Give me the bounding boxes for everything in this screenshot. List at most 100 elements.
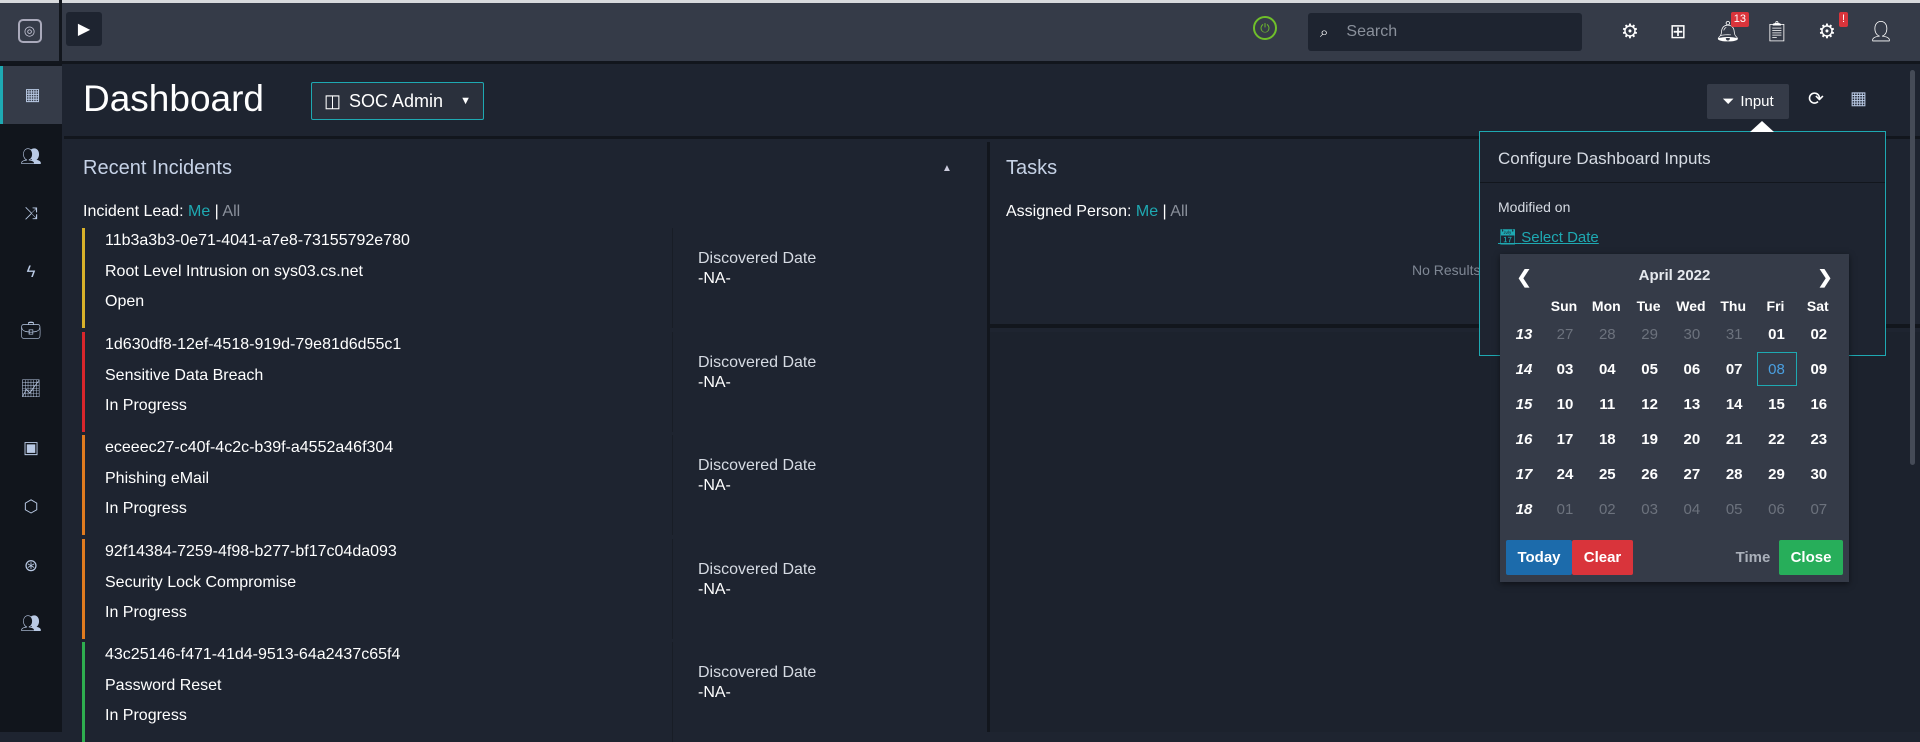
calendar-day[interactable]: 02 (1799, 317, 1839, 351)
calendar-day[interactable]: 13 (1672, 387, 1712, 421)
calendar-day[interactable]: 20 (1672, 422, 1712, 456)
calendar-day[interactable]: 11 (1587, 387, 1627, 421)
sidebar-item-help[interactable]: ⊛ (0, 537, 62, 595)
incident-id[interactable]: 11b3a3b3-0e71-4041-a7e8-73155792e780 (105, 232, 410, 250)
calendar-day[interactable]: 01 (1757, 317, 1797, 351)
selected-day[interactable]: 08 (1756, 352, 1797, 386)
incident-row[interactable]: eceeec27-c40f-4c2c-b39f-a4552a46f304 Phi… (82, 435, 987, 535)
sidebar-item-teams[interactable]: 👥︎ (0, 128, 62, 186)
calendar-day[interactable]: 05 (1630, 352, 1670, 386)
incident-name[interactable]: Sensitive Data Breach (105, 367, 263, 385)
incident-row[interactable]: 92f14384-7259-4f98-b277-bf17c04da093 Sec… (82, 538, 987, 639)
calendar-day[interactable]: 04 (1587, 352, 1627, 386)
scrollbar[interactable] (1910, 70, 1915, 465)
search-input[interactable] (1346, 23, 1547, 41)
calendar-day[interactable]: 17 (1545, 422, 1585, 456)
incident-name[interactable]: Root Level Intrusion on sys03.cs.net (105, 263, 363, 281)
calendar-day[interactable]: 26 (1630, 457, 1670, 491)
calendar-day[interactable]: 05 (1714, 492, 1754, 526)
app-logo[interactable]: ◎ (0, 0, 62, 61)
hierarchy-icon[interactable]: ⊞ (1663, 16, 1693, 46)
filter-me-link[interactable]: Me (188, 203, 210, 220)
calendar-day[interactable]: 12 (1630, 387, 1670, 421)
calendar-day[interactable]: 07 (1799, 492, 1839, 526)
close-button[interactable]: Close (1779, 540, 1843, 575)
calendar-month[interactable]: April 2022 (1500, 267, 1849, 284)
incident-status: In Progress (105, 396, 187, 414)
sidebar-item-reports[interactable]: 📈︎ (0, 360, 62, 418)
calendar-day[interactable]: 25 (1587, 457, 1627, 491)
incident-row[interactable]: 11b3a3b3-0e71-4041-a7e8-73155792e780 Roo… (82, 228, 987, 328)
calendar-day[interactable]: 30 (1672, 317, 1712, 351)
calendar-day[interactable]: 29 (1630, 317, 1670, 351)
calendar-day[interactable]: 28 (1587, 317, 1627, 351)
calendar-day[interactable]: 01 (1545, 492, 1585, 526)
settings-icon[interactable]: ⚙ (1615, 16, 1645, 46)
discovered-date-value: -NA- (698, 270, 731, 287)
calendar-day[interactable]: 03 (1545, 352, 1585, 386)
sidebar-item-users[interactable]: 👥︎ (0, 595, 62, 653)
incident-row[interactable]: 1d630df8-12ef-4518-919d-79e81d6d55c1 Sen… (82, 331, 987, 432)
calendar-icon: 📅︎ (1498, 229, 1518, 246)
sidebar-item-playbooks[interactable]: ⤨ (0, 185, 62, 243)
connection-status-icon[interactable]: ⏻ (1253, 16, 1277, 40)
calendar-day[interactable]: 21 (1714, 422, 1754, 456)
incident-id[interactable]: 43c25146-f471-41d4-9513-64a2437c65f4 (105, 646, 400, 664)
incident-id[interactable]: eceeec27-c40f-4c2c-b39f-a4552a46f304 (105, 439, 393, 457)
calendar-day[interactable]: 18 (1587, 422, 1627, 456)
incident-name[interactable]: Phishing eMail (105, 470, 209, 488)
incident-row[interactable]: 43c25146-f471-41d4-9513-64a2437c65f4 Pas… (82, 642, 987, 742)
calendar-day[interactable]: 23 (1799, 422, 1839, 456)
collapse-icon[interactable]: ▲ (942, 163, 952, 174)
calendar-day[interactable]: 04 (1672, 492, 1712, 526)
filter-me-link[interactable]: Me (1136, 203, 1158, 220)
calendar-day[interactable]: 29 (1757, 457, 1797, 491)
incident-name[interactable]: Password Reset (105, 677, 222, 695)
edit-layout-icon[interactable]: ▦ (1850, 88, 1867, 109)
input-button[interactable]: ⏷ Input (1707, 84, 1789, 119)
calendar-day[interactable]: 16 (1799, 387, 1839, 421)
calendar-day[interactable]: 03 (1630, 492, 1670, 526)
expand-sidebar-button[interactable]: ▶ (66, 12, 102, 46)
calendar-day[interactable]: 10 (1545, 387, 1585, 421)
sidebar-item-incidents[interactable]: ϟ (0, 243, 62, 301)
dashboard-select[interactable]: ◫ SOC Admin ▼ (311, 82, 484, 120)
sidebar-item-dashboard[interactable]: ▦ (0, 66, 62, 124)
calendar-day[interactable]: 06 (1672, 352, 1712, 386)
search-box[interactable]: ⌕ (1308, 13, 1582, 51)
incident-id[interactable]: 1d630df8-12ef-4518-919d-79e81d6d55c1 (105, 336, 401, 354)
sidebar-item-cases[interactable]: 💼︎ (0, 302, 62, 360)
calendar-day[interactable]: 02 (1587, 492, 1627, 526)
calendar-day[interactable]: 14 (1714, 387, 1754, 421)
notifications-icon[interactable]: 🔔︎ 13 (1713, 12, 1749, 46)
filter-all-link[interactable]: All (222, 203, 240, 220)
today-button[interactable]: Today (1506, 540, 1572, 575)
time-button[interactable]: Time (1728, 540, 1778, 575)
incident-name[interactable]: Security Lock Compromise (105, 574, 296, 592)
calendar-day[interactable]: 27 (1672, 457, 1712, 491)
calendar-day[interactable]: 30 (1799, 457, 1839, 491)
calendar-day[interactable]: 28 (1714, 457, 1754, 491)
calendar-day[interactable]: 27 (1545, 317, 1585, 351)
calendar-day[interactable]: 07 (1714, 352, 1754, 386)
filter-all-link[interactable]: All (1170, 203, 1188, 220)
sidebar-item-widgets[interactable]: ▣ (0, 419, 62, 477)
calendar-day[interactable]: 31 (1714, 317, 1754, 351)
system-settings-icon[interactable]: ⚙! (1812, 12, 1848, 46)
tasks-clipboard-icon[interactable]: 📋︎ (1762, 16, 1792, 46)
discovered-date-value: -NA- (698, 580, 731, 598)
calendar-day[interactable]: 19 (1630, 422, 1670, 456)
calendar-day[interactable]: 09 (1799, 352, 1839, 386)
select-date-link[interactable]: 📅︎ Select Date (1498, 228, 1599, 246)
incident-id[interactable]: 92f14384-7259-4f98-b277-bf17c04da093 (105, 543, 397, 561)
refresh-icon[interactable]: ⟳ (1808, 88, 1824, 111)
user-avatar-icon[interactable]: 👤︎ (1866, 16, 1896, 46)
calendar-day[interactable]: 24 (1545, 457, 1585, 491)
calendar-day[interactable]: 22 (1757, 422, 1797, 456)
clear-button[interactable]: Clear (1572, 540, 1633, 575)
calendar-day[interactable]: 06 (1757, 492, 1797, 526)
week-number: 17 (1515, 465, 1533, 483)
calendar-day[interactable]: 15 (1757, 387, 1797, 421)
sidebar-item-threat-intel[interactable]: ⬡ (0, 478, 62, 536)
discovered-date-cell: Discovered Date -NA- (672, 642, 987, 742)
